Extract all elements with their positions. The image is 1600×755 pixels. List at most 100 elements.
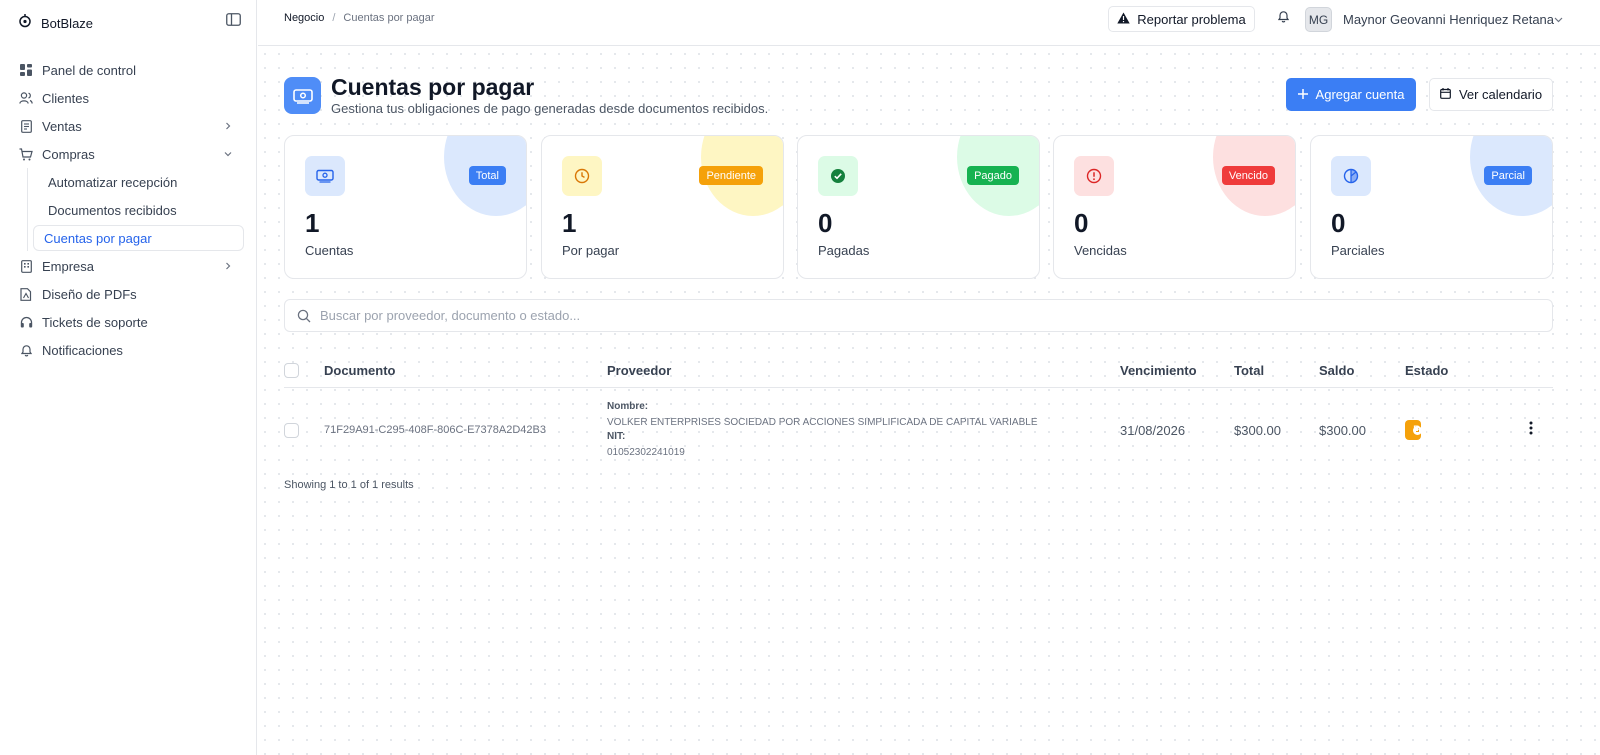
accounts-table: Documento Proveedor Vencimiento Total Sa… [284,352,1553,468]
status-badge: Parcial [1484,166,1532,185]
stat-value: 0 [1331,208,1346,238]
status-badge: Vencido [1221,166,1275,185]
sidebar-item-label: Diseño de PDFs [42,286,137,302]
sidebar-subitem-automatizar-recepcion[interactable]: Automatizar recepción [33,168,244,196]
sidebar-item-label: Compras [42,146,95,162]
sidebar-item-ventas[interactable]: Ventas [0,112,257,140]
sidebar-item-label: Empresa [42,258,95,274]
cart-icon [19,147,33,161]
sidebar-item-label: Tickets de soporte [42,314,148,330]
sidebar-item-panel-de-control[interactable]: Panel de control [0,56,257,84]
provider-nit-label: NIT: [607,431,626,442]
stat-card-pending: Pendiente 1 Por pagar [541,135,784,279]
sidebar-item-label: Ventas [42,118,82,134]
document-id[interactable]: 71F29A91-C295-408F-806C-E7378A2D42B3 [324,424,546,436]
add-account-label: Agregar cuenta [1315,87,1405,102]
row-checkbox[interactable] [284,423,299,438]
total-amount: $300.00 [1234,423,1281,438]
sidebar-item-compras[interactable]: Compras [0,140,257,168]
compras-submenu: Automatizar recepción Documentos recibid… [27,168,257,251]
view-calendar-label: Ver calendario [1458,87,1543,102]
stat-value: 1 [305,208,320,238]
sidebar-item-tickets-de-soporte[interactable]: Tickets de soporte [0,308,257,336]
clock-icon [562,156,602,196]
search-bar [284,299,1553,332]
page-title: Cuentas por pagar [331,74,535,100]
check-circle-icon [818,156,858,196]
stat-value: 1 [562,208,577,238]
sidebar-item-notificaciones[interactable]: Notificaciones [0,336,257,364]
stats-cards: Total 1 Cuentas Pendiente 1 Por pagar Pa… [284,135,1554,279]
avatar[interactable]: MG [1305,7,1332,32]
stat-label: Cuentas [305,243,354,258]
stat-value: 0 [818,208,833,238]
sidebar-subitem-documentos-recibidos[interactable]: Documentos recibidos [33,196,244,224]
stat-card-partial: Parcial 0 Parciales [1310,135,1553,279]
users-icon [19,91,33,105]
column-header-estado[interactable]: Estado [1405,363,1448,378]
column-header-vencimiento[interactable]: Vencimiento [1120,363,1197,378]
search-icon [296,308,312,324]
dashboard-icon [19,63,33,77]
notifications-button[interactable] [1275,11,1291,27]
results-count: Showing 1 to 1 of 1 results [284,479,414,491]
page-subtitle: Gestiona tus obligaciones de pago genera… [331,101,769,116]
user-menu-button[interactable] [1552,13,1564,25]
report-problem-button[interactable]: Reportar problema [1108,6,1255,32]
provider-name: VOLKER ENTERPRISES SOCIEDAD POR ACCIONES… [607,417,1038,428]
due-date: 31/08/2026 [1120,423,1186,438]
stat-card-total: Total 1 Cuentas [284,135,527,279]
status-badge: Pagado [967,166,1019,185]
more-vertical-icon [1529,421,1533,438]
breadcrumb-separator: / [332,12,336,24]
table-row[interactable]: 71F29A91-C295-408F-806C-E7378A2D42B3 Nom… [284,388,1553,468]
sidebar-toggle-button[interactable] [224,13,242,30]
sidebar-item-diseno-de-pdfs[interactable]: Diseño de PDFs [0,280,257,308]
headset-icon [19,315,33,329]
provider-name-label: Nombre: [607,401,649,412]
sidebar-item-label: Clientes [42,90,89,106]
botblaze-logo-icon [18,13,32,33]
column-header-proveedor[interactable]: Proveedor [607,363,671,378]
stat-label: Pagadas [818,243,870,258]
provider-nit: 01052302241019 [607,447,685,458]
column-header-total[interactable]: Total [1234,363,1264,378]
search-input[interactable] [320,308,1520,323]
stat-label: Parciales [1331,243,1385,258]
pdf-design-icon [19,287,33,301]
breadcrumb-item-negocio[interactable]: Negocio [284,12,324,24]
money-icon [284,77,321,114]
app-name: BotBlaze [41,15,94,31]
calendar-icon [1440,87,1451,102]
status-label: Pendiente [1413,424,1463,436]
sidebar-item-empresa[interactable]: Empresa [0,252,257,280]
row-actions-button[interactable] [1524,420,1538,438]
warning-triangle-icon [1117,12,1130,27]
partial-circle-icon [1331,156,1371,196]
user-name[interactable]: Maynor Geovanni Henriquez Retana [1343,12,1554,27]
bell-icon [19,343,33,357]
status-badge: Total [468,166,506,185]
breadcrumb-item-current: Cuentas por pagar [343,12,435,24]
status-badge: Pendiente [699,166,763,185]
view-calendar-button[interactable]: Ver calendario [1429,78,1553,111]
breadcrumb: Negocio / Cuentas por pagar [284,12,435,24]
column-header-saldo[interactable]: Saldo [1319,363,1354,378]
sidebar-nav: Panel de control Clientes Ventas Compras… [0,56,257,364]
sidebar: BotBlaze Panel de control Clientes Venta… [0,0,257,755]
brand[interactable]: BotBlaze [18,14,93,32]
sidebar-subitem-cuentas-por-pagar[interactable]: Cuentas por pagar [33,225,244,251]
table-header: Documento Proveedor Vencimiento Total Sa… [284,352,1553,388]
bell-icon [1277,10,1289,28]
select-all-checkbox[interactable] [284,363,299,378]
sidebar-item-label: Notificaciones [42,342,123,358]
receipt-icon [19,119,33,133]
sidebar-item-label: Panel de control [42,62,136,78]
chevron-right-icon [223,261,233,271]
main-content: Cuentas por pagar Gestiona tus obligacio… [258,47,1600,755]
column-header-documento[interactable]: Documento [324,363,396,378]
sidebar-item-clientes[interactable]: Clientes [0,84,257,112]
stat-card-overdue: Vencido 0 Vencidas [1053,135,1296,279]
add-account-button[interactable]: Agregar cuenta [1286,78,1416,111]
stat-label: Por pagar [562,243,620,258]
